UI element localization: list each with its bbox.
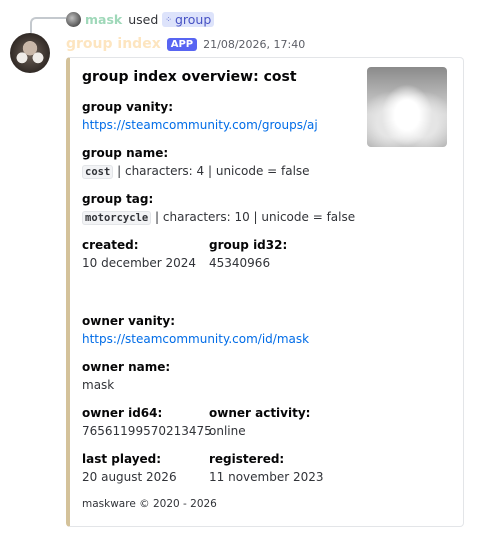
- field-last-played: last played: 20 august 2026: [82, 452, 177, 484]
- author-name[interactable]: group index: [66, 36, 161, 52]
- reply-username[interactable]: mask: [85, 12, 122, 27]
- group-name-details: | characters: 4 | unicode = false: [113, 164, 310, 178]
- command-mention[interactable]: ⁘ group: [162, 11, 215, 27]
- reply-avatar[interactable]: [66, 11, 81, 27]
- owner-id64-value: 76561199570213475: [82, 424, 212, 438]
- field-created: created: 10 december 2024: [82, 238, 196, 270]
- command-name: group: [174, 11, 212, 27]
- embed-thumbnail[interactable]: [367, 67, 447, 147]
- message-timestamp: 21/08/2026, 17:40: [203, 37, 306, 51]
- field-name: group name:: [82, 146, 169, 160]
- slash-command-icon: ⁘: [165, 14, 172, 24]
- field-name: group vanity:: [82, 100, 173, 114]
- last-played-value: 20 august 2026: [82, 470, 177, 484]
- registered-value: 11 november 2023: [209, 470, 324, 484]
- field-name: owner vanity:: [82, 314, 176, 328]
- group-vanity-link[interactable]: https://steamcommunity.com/groups/aj: [82, 118, 318, 132]
- field-group-name: group name: cost | characters: 4 | unico…: [82, 146, 310, 179]
- field-owner-activity: owner activity: online: [209, 406, 310, 438]
- field-group-id32: group id32: 45340966: [209, 238, 287, 270]
- group-tag-code: motorcycle: [82, 211, 152, 225]
- field-owner-name: owner name: mask: [82, 360, 170, 392]
- reply-reference[interactable]: mask used ⁘ group: [66, 10, 215, 28]
- reply-used-text: used: [128, 11, 159, 27]
- field-name: created:: [82, 238, 139, 252]
- embed-title: group index overview: cost: [82, 69, 297, 85]
- field-owner-vanity: owner vanity: https://steamcommunity.com…: [82, 314, 309, 346]
- embed-card: group index overview: cost group vanity:…: [66, 57, 464, 527]
- author-avatar[interactable]: [10, 33, 50, 73]
- embed-footer: maskware © 2020 - 2026: [82, 498, 217, 510]
- field-name: last played:: [82, 452, 162, 466]
- field-name: owner name:: [82, 360, 171, 374]
- group-id32-value: 45340966: [209, 256, 271, 270]
- field-name: group tag:: [82, 192, 154, 206]
- owner-name-value: mask: [82, 378, 115, 392]
- field-name: owner id64:: [82, 406, 163, 420]
- field-group-vanity: group vanity: https://steamcommunity.com…: [82, 100, 318, 132]
- field-name: owner activity:: [209, 406, 311, 420]
- app-badge: APP: [166, 37, 198, 51]
- field-registered: registered: 11 november 2023: [209, 452, 324, 484]
- group-name-code: cost: [82, 165, 114, 179]
- created-value: 10 december 2024: [82, 256, 197, 270]
- reply-connector: [30, 17, 66, 33]
- owner-activity-value: online: [209, 424, 246, 438]
- message-header: group index APP 21/08/2026, 17:40: [66, 35, 305, 53]
- field-owner-id64: owner id64: 76561199570213475: [82, 406, 212, 438]
- field-group-tag: group tag: motorcycle | characters: 10 |…: [82, 192, 356, 225]
- owner-vanity-link[interactable]: https://steamcommunity.com/id/mask: [82, 332, 309, 346]
- field-name: group id32:: [209, 238, 288, 252]
- group-tag-details: | characters: 10 | unicode = false: [151, 210, 356, 224]
- field-name: registered:: [209, 452, 285, 466]
